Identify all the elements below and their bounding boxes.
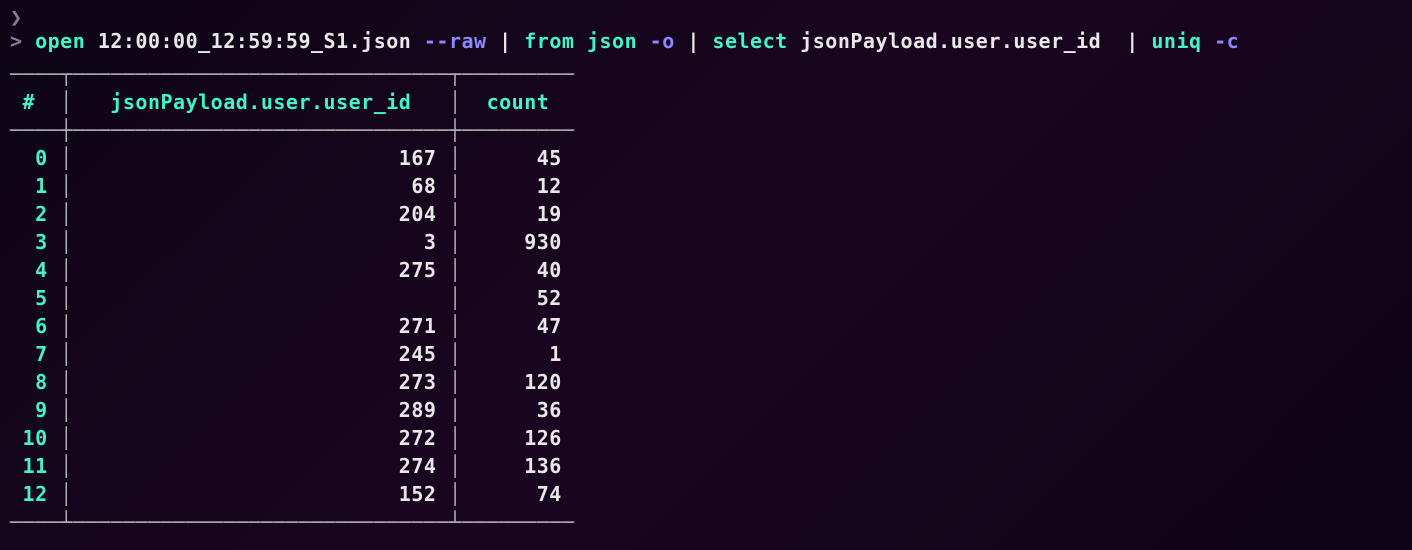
cmd-uniq: uniq <box>1151 29 1201 53</box>
table-row: 0 │ 167 │ 45 <box>10 144 1402 172</box>
cell-count: 40 <box>462 258 575 282</box>
cell-count: 12 <box>462 174 575 198</box>
table-row: 6 │ 271 │ 47 <box>10 312 1402 340</box>
cell-count: 52 <box>462 286 575 310</box>
cell-index: 2 <box>10 202 60 226</box>
cmd-select-field: jsonPayload.user.user_id <box>800 29 1101 53</box>
pipe-3: | <box>1126 29 1139 53</box>
table-row: 7 │ 245 │ 1 <box>10 340 1402 368</box>
cell-index: 11 <box>10 454 60 478</box>
table-sep-bottom: ────┴──────────────────────────────┴────… <box>10 508 1402 536</box>
cell-index: 3 <box>10 230 60 254</box>
flag-raw: --raw <box>424 29 487 53</box>
pipe-1: | <box>499 29 512 53</box>
cell-count: 47 <box>462 314 575 338</box>
table-row: 8 │ 273 │ 120 <box>10 368 1402 396</box>
table-sep-top: ────┬──────────────────────────────┬────… <box>10 60 1402 88</box>
cell-count: 930 <box>462 230 575 254</box>
cmd-filename: 12:00:00_12:59:59_S1.json <box>98 29 412 53</box>
cell-index: 0 <box>10 146 60 170</box>
cell-count: 126 <box>462 426 575 450</box>
table-row: 3 │ 3 │ 930 <box>10 228 1402 256</box>
cell-user-id: 273 <box>73 370 449 394</box>
cell-index: 9 <box>10 398 60 422</box>
cell-user-id: 3 <box>73 230 449 254</box>
prompt-prev-caret: ❯ <box>10 6 1402 28</box>
cell-user-id: 274 <box>73 454 449 478</box>
cell-index: 4 <box>10 258 60 282</box>
cmd-from-json: from json <box>524 29 637 53</box>
output-table: ────┬──────────────────────────────┬────… <box>10 60 1402 536</box>
cell-user-id: 167 <box>73 146 449 170</box>
cell-count: 74 <box>462 482 575 506</box>
table-sep-mid: ────┼──────────────────────────────┼────… <box>10 116 1402 144</box>
cell-user-id: 289 <box>73 398 449 422</box>
cell-count: 36 <box>462 398 575 422</box>
cmd-select: select <box>712 29 787 53</box>
cell-user-id: 204 <box>73 202 449 226</box>
cell-index: 6 <box>10 314 60 338</box>
cell-count: 19 <box>462 202 575 226</box>
cell-count: 136 <box>462 454 575 478</box>
flag-c: -c <box>1214 29 1239 53</box>
cell-index: 10 <box>10 426 60 450</box>
cell-user-id: 271 <box>73 314 449 338</box>
cell-count: 120 <box>462 370 575 394</box>
cell-index: 1 <box>10 174 60 198</box>
table-header-row: # │ jsonPayload.user.user_id │ count <box>10 88 1402 116</box>
table-row: 12 │ 152 │ 74 <box>10 480 1402 508</box>
th-user-id: jsonPayload.user.user_id <box>73 90 449 114</box>
table-row: 10 │ 272 │ 126 <box>10 424 1402 452</box>
cell-user-id: 68 <box>73 174 449 198</box>
table-row: 5 │ │ 52 <box>10 284 1402 312</box>
cell-user-id: 245 <box>73 342 449 366</box>
cell-index: 12 <box>10 482 60 506</box>
cell-user-id: 275 <box>73 258 449 282</box>
cell-count: 1 <box>462 342 575 366</box>
table-row: 11 │ 274 │ 136 <box>10 452 1402 480</box>
cell-user-id: 272 <box>73 426 449 450</box>
table-row: 2 │ 204 │ 19 <box>10 200 1402 228</box>
cell-user-id <box>73 286 449 310</box>
command-line[interactable]: > open 12:00:00_12:59:59_S1.json --raw |… <box>10 26 1402 56</box>
flag-o: -o <box>650 29 675 53</box>
prompt-caret: > <box>10 29 23 53</box>
cmd-open: open <box>35 29 85 53</box>
cell-index: 7 <box>10 342 60 366</box>
cell-index: 5 <box>10 286 60 310</box>
th-index: # <box>10 90 60 114</box>
table-row: 4 │ 275 │ 40 <box>10 256 1402 284</box>
pipe-2: | <box>687 29 700 53</box>
cell-user-id: 152 <box>73 482 449 506</box>
table-row: 1 │ 68 │ 12 <box>10 172 1402 200</box>
cell-index: 8 <box>10 370 60 394</box>
th-count: count <box>462 90 575 114</box>
table-row: 9 │ 289 │ 36 <box>10 396 1402 424</box>
cell-count: 45 <box>462 146 575 170</box>
